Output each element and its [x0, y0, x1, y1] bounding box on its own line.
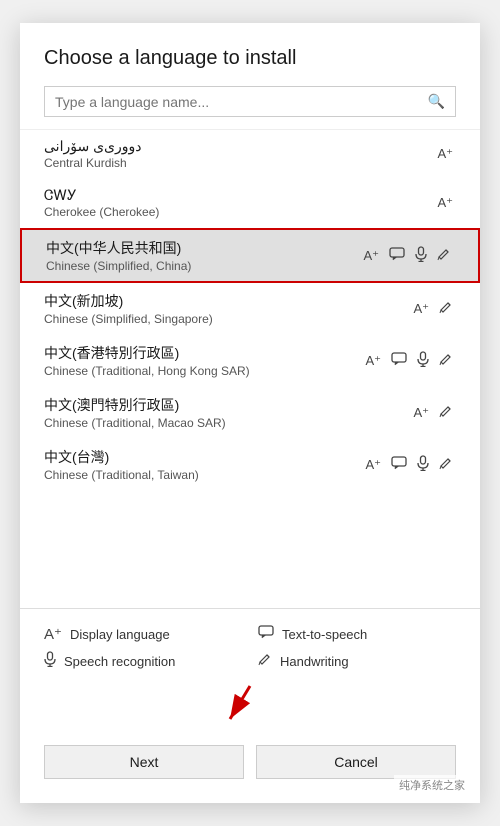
legend-icon: [258, 652, 272, 670]
list-item[interactable]: 中文(香港特別行政區)Chinese (Traditional, Hong Ko…: [20, 335, 480, 387]
lang-text: 中文(香港特別行政區)Chinese (Traditional, Hong Ko…: [44, 343, 362, 378]
search-bar[interactable]: 🔍: [44, 86, 456, 117]
cancel-button[interactable]: Cancel: [256, 745, 456, 779]
legend-label: Handwriting: [280, 654, 349, 669]
lang-capability-icon: [436, 402, 456, 423]
lang-text: دووری‌ی سۆرانیCentral Kurdish: [44, 138, 434, 170]
lang-name: 中文(澳門特別行政區): [44, 395, 410, 415]
lang-icons: A⁺: [360, 244, 454, 267]
lang-capability-icon: [386, 245, 408, 266]
legend-label: Display language: [70, 627, 170, 642]
lang-name: ᏣᎳᎩ: [44, 187, 434, 204]
lang-name: 中文(台灣): [44, 447, 362, 467]
list-item[interactable]: 中文(澳門特別行政區)Chinese (Traditional, Macao S…: [20, 387, 480, 439]
list-item[interactable]: 中文(台灣)Chinese (Traditional, Taiwan)A⁺: [20, 439, 480, 491]
lang-capability-icon: A⁺: [360, 246, 382, 266]
lang-text: 中文(台灣)Chinese (Traditional, Taiwan): [44, 447, 362, 482]
lang-capability-icon: [436, 298, 456, 319]
lang-capability-icon: [414, 453, 432, 476]
lang-text: 中文(澳門特別行政區)Chinese (Traditional, Macao S…: [44, 395, 410, 430]
lang-sub: Chinese (Traditional, Macao SAR): [44, 416, 410, 430]
legend-icon: A⁺: [44, 625, 62, 643]
dialog-title: Choose a language to install: [20, 23, 480, 86]
lang-capability-icon: [388, 454, 410, 475]
language-list: دووری‌ی سۆرانیCentral KurdishA⁺ᏣᎳᎩCherok…: [20, 129, 480, 608]
lang-name: 中文(新加坡): [44, 291, 410, 311]
lang-capability-icon: [412, 244, 430, 267]
lang-icons: A⁺: [410, 298, 456, 319]
legend-label: Speech recognition: [64, 654, 175, 669]
list-item[interactable]: 中文(中华人民共和国)Chinese (Simplified, China)A⁺: [20, 228, 480, 283]
lang-sub: Chinese (Traditional, Hong Kong SAR): [44, 364, 362, 378]
arrow-container: [20, 681, 480, 731]
search-input[interactable]: [55, 94, 428, 110]
lang-sub: Chinese (Simplified, Singapore): [44, 312, 410, 326]
lang-icons: A⁺: [434, 193, 456, 213]
legend-item: A⁺ Display language: [44, 625, 242, 643]
next-button[interactable]: Next: [44, 745, 244, 779]
lang-text: 中文(中华人民共和国)Chinese (Simplified, China): [46, 238, 360, 273]
lang-capability-icon: A⁺: [362, 351, 384, 371]
lang-capability-icon: [436, 350, 456, 371]
lang-icons: A⁺: [434, 144, 456, 164]
lang-capability-icon: A⁺: [434, 193, 456, 213]
lang-icons: A⁺: [410, 402, 456, 423]
lang-capability-icon: A⁺: [410, 403, 432, 423]
lang-capability-icon: [414, 349, 432, 372]
lang-name: 中文(中华人民共和国): [46, 238, 360, 258]
list-item[interactable]: دووری‌ی سۆرانیCentral KurdishA⁺: [20, 130, 480, 179]
next-arrow: [210, 681, 290, 731]
lang-capability-icon: [388, 350, 410, 371]
lang-icons: A⁺: [362, 349, 456, 372]
legend-item: Handwriting: [258, 651, 456, 671]
legend-label: Text-to-speech: [282, 627, 367, 642]
lang-sub: Central Kurdish: [44, 156, 434, 170]
lang-capability-icon: A⁺: [362, 455, 384, 475]
watermark: 纯净系统之家: [394, 775, 470, 795]
lang-sub: Chinese (Simplified, China): [46, 259, 360, 273]
lang-name: دووری‌ی سۆرانی: [44, 138, 434, 155]
lang-name: 中文(香港特別行政區): [44, 343, 362, 363]
legend-area: A⁺ Display language Text-to-speech Speech r…: [20, 608, 480, 681]
legend-icon: [44, 651, 56, 671]
lang-text: 中文(新加坡)Chinese (Simplified, Singapore): [44, 291, 410, 326]
list-item[interactable]: 中文(新加坡)Chinese (Simplified, Singapore)A⁺: [20, 283, 480, 335]
lang-capability-icon: [434, 245, 454, 266]
lang-capability-icon: A⁺: [410, 299, 432, 319]
lang-sub: Chinese (Traditional, Taiwan): [44, 468, 362, 482]
search-icon: 🔍: [428, 93, 445, 110]
lang-icons: A⁺: [362, 453, 456, 476]
list-item[interactable]: ᏣᎳᎩCherokee (Cherokee)A⁺: [20, 179, 480, 228]
legend-item: Text-to-speech: [258, 625, 456, 643]
legend-item: Speech recognition: [44, 651, 242, 671]
legend-icon: [258, 625, 274, 643]
lang-sub: Cherokee (Cherokee): [44, 205, 434, 219]
lang-text: ᏣᎳᎩCherokee (Cherokee): [44, 187, 434, 219]
lang-capability-icon: [436, 454, 456, 475]
lang-capability-icon: A⁺: [434, 144, 456, 164]
choose-language-dialog: Choose a language to install 🔍 دووری‌ی س…: [20, 23, 480, 803]
